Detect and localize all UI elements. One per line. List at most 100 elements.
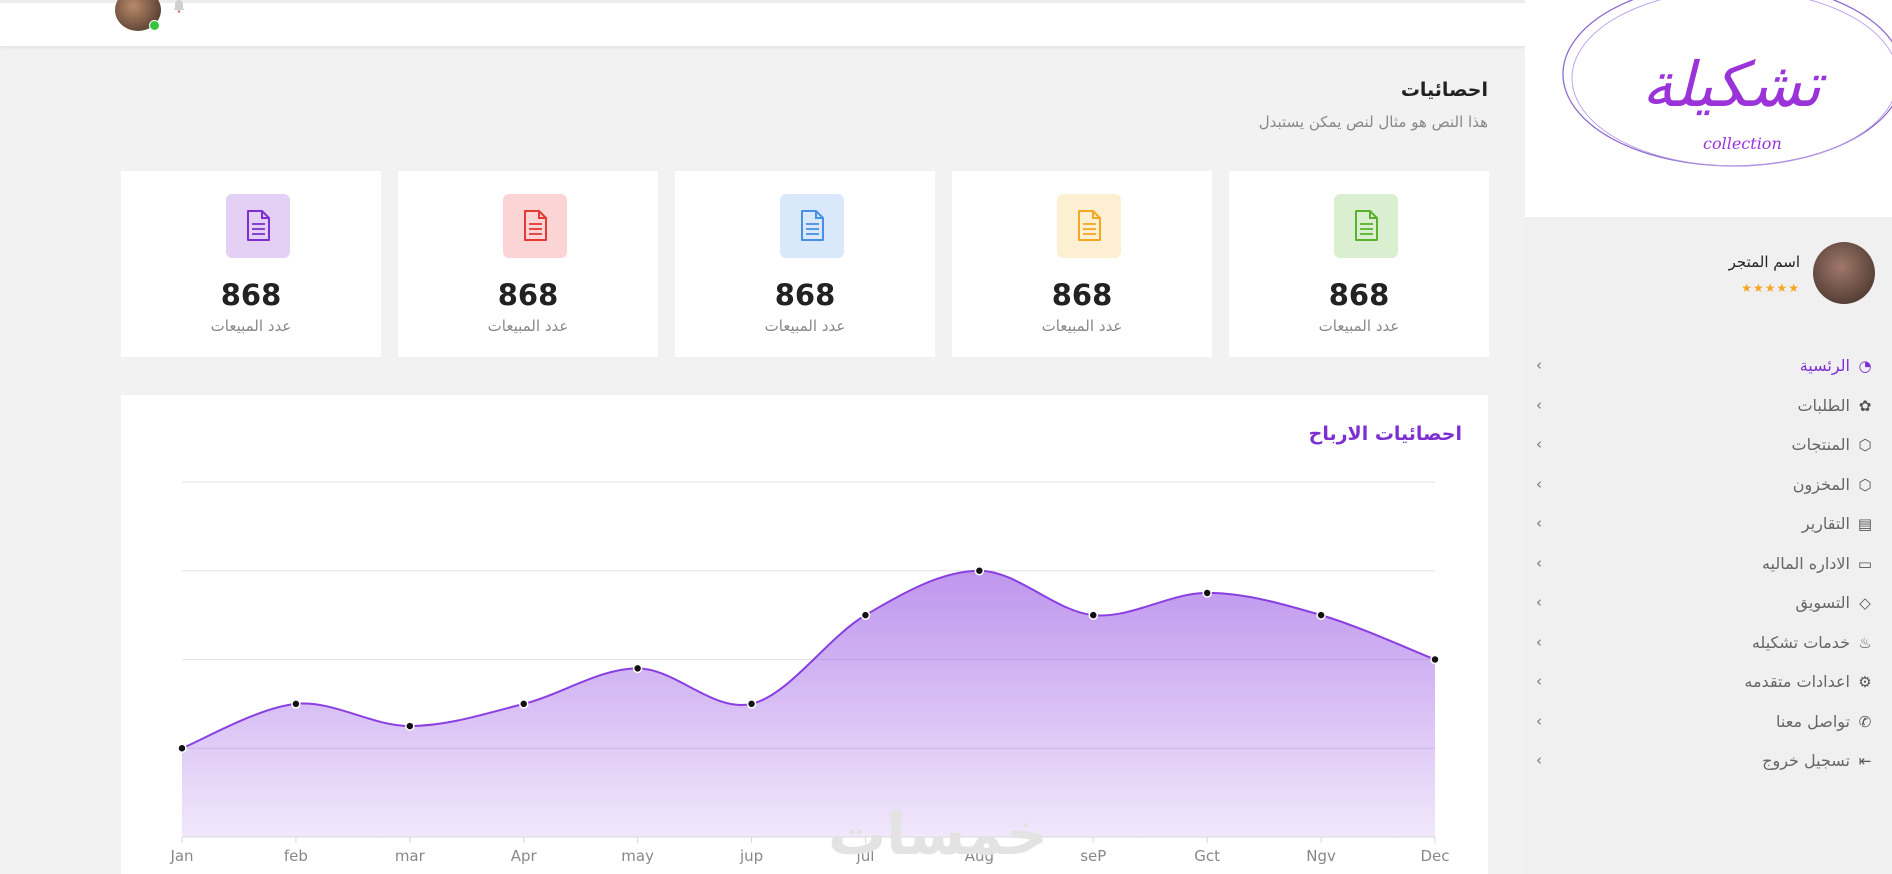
chevron-left-icon: ‹	[1536, 632, 1542, 651]
stat-card[interactable]: 868 عدد المبيعات	[398, 171, 658, 357]
stat-value: 868	[1328, 278, 1390, 312]
sidebar-item-label: الرئسية	[1799, 356, 1850, 375]
logout-icon: ⇤	[1858, 752, 1872, 770]
sidebar-item-10[interactable]: ✆ تواصل معنا ‹	[1526, 708, 1876, 738]
stat-card[interactable]: 868 عدد المبيعات	[1229, 171, 1489, 357]
store-name: اسم المتجر	[1728, 253, 1800, 271]
x-tick-label: seP	[1080, 847, 1106, 865]
watermark: خمسات	[828, 800, 1048, 868]
gear-icon: ⚙	[1858, 673, 1872, 691]
sidebar-item-8[interactable]: ♨ خدمات تشكيله ‹	[1526, 629, 1876, 659]
reports-icon: ▤	[1857, 515, 1873, 533]
stat-label: عدد المبيعات	[1041, 317, 1123, 335]
data-point	[177, 743, 187, 753]
data-point	[1088, 610, 1099, 620]
logo-text: تشكيلة	[1642, 48, 1822, 121]
sidebar: تشكيلة collection اسم المتجر ★★★★★ ◔ الرئ…	[1525, 0, 1892, 874]
logo-subtext: collection	[1703, 134, 1782, 153]
stat-label: عدد المبيعات	[210, 317, 292, 335]
chevron-left-icon: ‹	[1536, 711, 1542, 730]
sidebar-item-7[interactable]: ◇ التسويق ‹	[1526, 589, 1876, 619]
data-point	[1316, 610, 1326, 620]
stat-card[interactable]: 868 عدد المبيعات	[952, 171, 1212, 357]
dashboard-icon: ◔	[1858, 357, 1872, 375]
page-title: احصائيات	[1400, 79, 1488, 101]
sidebar-item-label: خدمات تشكيله	[1751, 632, 1850, 652]
sidebar-item-label: المنتجات	[1791, 435, 1851, 454]
store-rating-stars: ★★★★★	[1741, 281, 1800, 295]
inventory-icon: ⬡	[1858, 475, 1872, 494]
data-point	[860, 610, 871, 620]
data-point	[1202, 588, 1212, 598]
sidebar-item-11[interactable]: ⇤ تسجيل خروج ‹	[1526, 747, 1876, 777]
data-point	[405, 721, 415, 731]
sidebar-item-label: اعدادات متقدمه	[1744, 672, 1850, 691]
sidebar-item-2[interactable]: ✿ الطلبات ‹	[1526, 392, 1876, 422]
chevron-left-icon: ‹	[1536, 751, 1542, 769]
profit-chart: Jan feb mar Apr may jup jul Aug seP Gct Ngv Dec	[169, 481, 1450, 865]
sidebar-item-3[interactable]: ⬡ المنتجات ‹	[1526, 431, 1876, 461]
data-point	[632, 663, 643, 674]
chevron-left-icon: ‹	[1536, 435, 1542, 453]
chevron-left-icon: ‹	[1536, 395, 1542, 414]
profit-chart-panel: احصائيات الارباح Jan feb mar Apr may jup jul Au…	[121, 395, 1488, 874]
marketing-icon: ◇	[1859, 594, 1871, 612]
sidebar-item-label: المخزون	[1792, 474, 1850, 494]
data-point	[746, 699, 757, 709]
services-icon: ♨	[1858, 633, 1872, 652]
orders-icon: ✿	[1858, 396, 1872, 415]
stat-value: 868	[1051, 278, 1113, 312]
x-tick-label: Ngv	[1306, 847, 1336, 865]
document-icon	[1334, 194, 1398, 258]
x-tick-label: may	[621, 847, 654, 865]
sidebar-item-label: الاداره الماليه	[1761, 553, 1850, 573]
sidebar-item-9[interactable]: ⚙ اعدادات متقدمه ‹	[1526, 668, 1876, 698]
sidebar-item-5[interactable]: ▤ التقارير ‹	[1526, 510, 1876, 540]
x-tick-label: jup	[739, 847, 763, 865]
data-point	[291, 699, 301, 709]
stat-value: 868	[497, 278, 559, 312]
sidebar-item-label: تواصل معنا	[1776, 711, 1850, 731]
stat-card[interactable]: 868 عدد المبيعات	[121, 171, 381, 357]
document-icon	[1057, 194, 1121, 258]
document-icon	[503, 194, 567, 258]
stat-value: 868	[774, 278, 836, 312]
store-avatar[interactable]	[1813, 242, 1875, 304]
area-fill	[182, 570, 1435, 837]
bell-icon[interactable]	[172, 0, 186, 17]
page-subtitle: هذا النص هو مثال لنص يمكن يستبدل	[1258, 113, 1488, 131]
data-point	[1430, 654, 1440, 665]
chevron-left-icon: ‹	[1536, 356, 1542, 374]
phone-icon: ✆	[1858, 712, 1872, 731]
stat-card[interactable]: 868 عدد المبيعات	[675, 171, 935, 357]
sidebar-item-label: التقارير	[1801, 514, 1850, 533]
x-tick-label: Apr	[511, 847, 538, 865]
x-tick-label: mar	[395, 847, 426, 865]
top-bar	[0, 0, 1525, 46]
sidebar-item-6[interactable]: ▭ الاداره الماليه ‹	[1526, 550, 1876, 580]
x-tick-label: Dec	[1420, 847, 1449, 865]
stat-label: عدد المبيعات	[764, 317, 846, 335]
chevron-left-icon: ‹	[1536, 474, 1542, 493]
sidebar-item-label: تسجيل خروج	[1762, 751, 1850, 770]
sidebar-item-4[interactable]: ⬡ المخزون ‹	[1526, 471, 1876, 501]
online-status-dot	[149, 20, 160, 31]
data-point	[974, 566, 985, 576]
stat-label: عدد المبيعات	[1318, 317, 1400, 335]
box-icon: ⬡	[1858, 436, 1872, 454]
sidebar-item-label: الطلبات	[1797, 395, 1850, 415]
stat-value: 868	[220, 278, 282, 312]
chevron-left-icon: ‹	[1536, 553, 1542, 572]
sidebar-item-1[interactable]: ◔ الرئسية ‹	[1526, 352, 1876, 382]
wallet-icon: ▭	[1857, 554, 1873, 573]
x-tick-label: Jan	[169, 847, 193, 865]
chevron-left-icon: ‹	[1536, 593, 1542, 611]
chevron-left-icon: ‹	[1536, 514, 1542, 532]
stat-label: عدد المبيعات	[487, 317, 569, 335]
sidebar-item-label: التسويق	[1795, 593, 1850, 612]
document-icon	[780, 194, 844, 258]
document-icon	[226, 194, 290, 258]
chevron-left-icon: ‹	[1536, 672, 1542, 690]
x-tick-label: Gct	[1194, 847, 1220, 865]
x-tick-label: feb	[284, 847, 308, 865]
